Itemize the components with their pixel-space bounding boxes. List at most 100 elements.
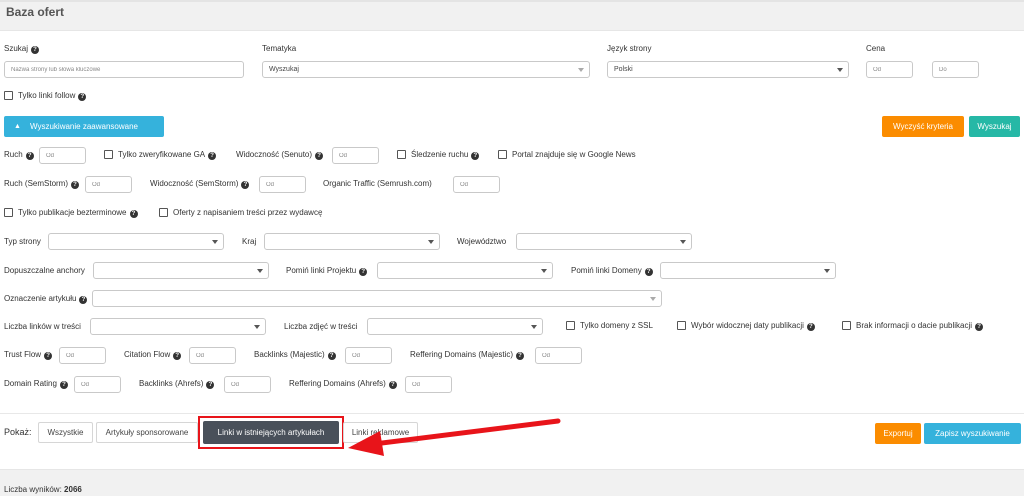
price-to-input[interactable] — [932, 61, 979, 78]
google-news-label: Portal znajduje się w Google News — [512, 150, 636, 159]
traffic-semstorm-label: Ruch (SemStorm)? — [4, 178, 80, 190]
voivodeship-select[interactable] — [516, 233, 692, 250]
ref-domains-majestic-input[interactable] — [535, 347, 582, 364]
topic-select[interactable]: Wyszukaj — [262, 61, 590, 78]
page-title: Baza ofert — [6, 5, 65, 19]
tab-sponsored-articles[interactable]: Artykuły sponsorowane — [96, 422, 198, 443]
chevron-down-icon — [578, 68, 584, 72]
backlinks-majestic-label: Backlinks (Majestic)? — [254, 349, 336, 361]
advanced-search-label: Wyszukiwanie zaawansowane — [30, 122, 138, 131]
skip-domains-select[interactable] — [660, 262, 836, 279]
search-panel: Szukaj? Tematyka Wyszukaj Język strony P… — [0, 30, 1024, 470]
country-select[interactable] — [264, 233, 440, 250]
trust-flow-input[interactable] — [59, 347, 106, 364]
backlinks-ahrefs-input[interactable] — [224, 376, 271, 393]
perpetual-label: Tylko publikacje bezterminowe? — [18, 207, 138, 219]
traffic-from-input[interactable] — [39, 147, 86, 164]
help-icon[interactable]: ? — [129, 210, 138, 218]
tracking-label: Śledzenie ruchu? — [411, 149, 480, 161]
follow-only-checkbox[interactable] — [4, 91, 13, 100]
publisher-writes-checkbox[interactable] — [159, 208, 168, 217]
chevron-down-icon — [531, 325, 537, 329]
search-input[interactable] — [4, 61, 244, 78]
help-icon[interactable]: ? — [206, 381, 215, 389]
help-icon[interactable]: ? — [975, 323, 984, 331]
save-search-button[interactable]: Zapisz wyszukiwanie — [924, 423, 1021, 444]
article-marking-select[interactable] — [92, 290, 662, 307]
organic-traffic-label: Organic Traffic (Semrush.com) — [323, 179, 432, 188]
price-label: Cena — [866, 44, 886, 53]
price-from-input[interactable] — [866, 61, 913, 78]
chevron-down-icon — [254, 325, 260, 329]
follow-only-label: Tylko linki follow? — [18, 90, 87, 102]
help-icon[interactable]: ? — [59, 381, 68, 389]
ref-domains-ahrefs-input[interactable] — [405, 376, 452, 393]
help-icon[interactable]: ? — [31, 46, 40, 54]
traffic-semstorm-input[interactable] — [85, 176, 132, 193]
tab-links-in-existing-articles[interactable]: Linki w istniejących artykułach — [203, 421, 339, 444]
help-icon[interactable]: ? — [315, 152, 324, 160]
no-pub-date-checkbox[interactable] — [842, 321, 851, 330]
anchors-label: Dopuszczalne anchory — [4, 266, 85, 275]
pub-date-choice-checkbox[interactable] — [677, 321, 686, 330]
vis-senuto-label: Widoczność (Senuto)? — [236, 149, 324, 161]
skip-project-label: Pomiń linki Projektu? — [286, 265, 368, 277]
chevron-down-icon — [680, 240, 686, 244]
help-icon[interactable]: ? — [44, 352, 53, 360]
language-select[interactable]: Polski — [607, 61, 849, 78]
topic-label: Tematyka — [262, 44, 297, 53]
skip-domains-label: Pomiń linki Domeny? — [571, 265, 653, 277]
verified-ga-checkbox[interactable] — [104, 150, 113, 159]
google-news-checkbox[interactable] — [498, 150, 507, 159]
ssl-only-label: Tylko domeny z SSL — [580, 321, 653, 330]
chevron-down-icon — [257, 269, 263, 273]
clear-criteria-button[interactable]: Wyczyść kryteria — [882, 116, 964, 137]
no-pub-date-label: Brak informacji o dacie publikacji? — [856, 320, 984, 332]
skip-project-select[interactable] — [377, 262, 553, 279]
chevron-down-icon — [650, 297, 656, 301]
ref-domains-majestic-label: Reffering Domains (Majestic)? — [410, 349, 524, 361]
citation-flow-label: Citation Flow? — [124, 349, 182, 361]
advanced-search-button[interactable]: ▲ Wyszukiwanie zaawansowane — [4, 116, 164, 137]
organic-traffic-input[interactable] — [453, 176, 500, 193]
vis-senuto-input[interactable] — [332, 147, 379, 164]
help-icon[interactable]: ? — [388, 381, 397, 389]
citation-flow-input[interactable] — [189, 347, 236, 364]
help-icon[interactable]: ? — [79, 296, 88, 304]
help-icon[interactable]: ? — [327, 352, 336, 360]
help-icon[interactable]: ? — [241, 181, 250, 189]
help-icon[interactable]: ? — [644, 268, 653, 276]
help-icon[interactable]: ? — [806, 323, 815, 331]
site-type-select[interactable] — [48, 233, 224, 250]
perpetual-checkbox[interactable] — [4, 208, 13, 217]
pub-date-choice-label: Wybór widocznej daty publikacji? — [691, 320, 815, 332]
images-count-select[interactable] — [367, 318, 543, 335]
help-icon[interactable]: ? — [78, 93, 87, 101]
search-button[interactable]: Wyszukaj — [969, 116, 1020, 137]
export-button[interactable]: Exportuj — [875, 423, 921, 444]
verified-ga-label: Tylko zweryfikowane GA? — [118, 149, 217, 161]
help-icon[interactable]: ? — [359, 268, 368, 276]
show-label: Pokaż: — [4, 427, 32, 437]
help-icon[interactable]: ? — [71, 181, 80, 189]
tracking-checkbox[interactable] — [397, 150, 406, 159]
chevron-down-icon — [824, 269, 830, 273]
help-icon[interactable]: ? — [25, 152, 34, 160]
help-icon[interactable]: ? — [471, 152, 480, 160]
results-count: Liczba wyników: 2066 — [4, 485, 82, 494]
site-type-label: Typ strony — [4, 237, 41, 246]
vis-semstorm-label: Widoczność (SemStorm)? — [150, 178, 250, 190]
domain-rating-input[interactable] — [74, 376, 121, 393]
help-icon[interactable]: ? — [208, 152, 217, 160]
anchors-select[interactable] — [93, 262, 269, 279]
backlinks-majestic-input[interactable] — [345, 347, 392, 364]
annotation-arrow-icon — [348, 418, 561, 456]
help-icon[interactable]: ? — [516, 352, 524, 360]
tab-all[interactable]: Wszystkie — [38, 422, 93, 443]
ssl-only-checkbox[interactable] — [566, 321, 575, 330]
help-icon[interactable]: ? — [173, 352, 182, 360]
trust-flow-label: Trust Flow? — [4, 349, 53, 361]
links-count-select[interactable] — [90, 318, 266, 335]
vis-semstorm-input[interactable] — [259, 176, 306, 193]
chevron-up-icon: ▲ — [14, 123, 21, 130]
